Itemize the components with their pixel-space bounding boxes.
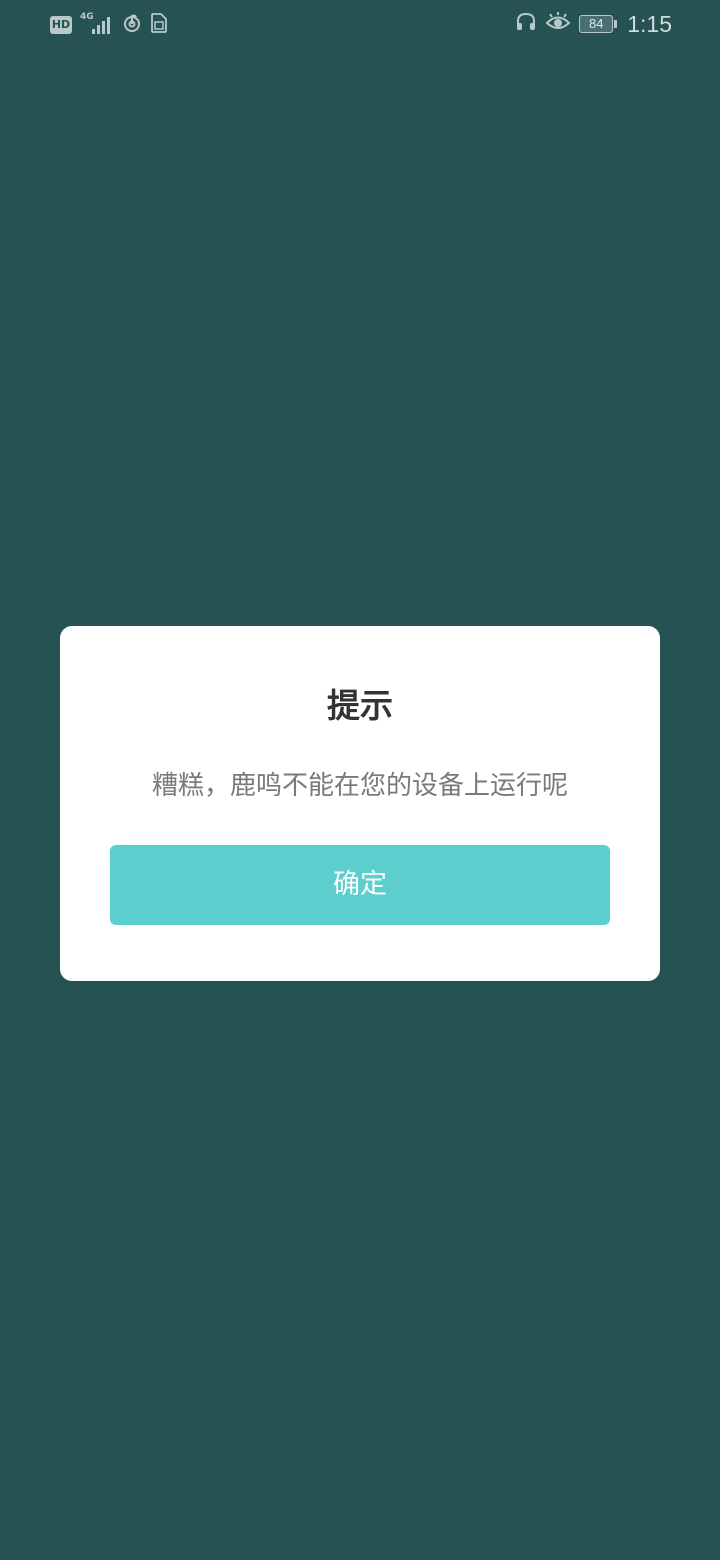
status-bar-time: 1:15	[627, 10, 672, 37]
netease-music-icon	[122, 13, 142, 37]
screen-background: HD 4G 84 1:15 提示 糟糕，鹿鸣不能在您的设备上运行呢 确定	[0, 0, 720, 1560]
dialog-message: 糟糕，鹿鸣不能在您的设备上运行呢	[151, 771, 568, 801]
sim-card-icon	[150, 13, 168, 37]
battery-level: 84	[579, 15, 614, 33]
alert-dialog: 提示 糟糕，鹿鸣不能在您的设备上运行呢 确定	[60, 626, 660, 981]
status-bar: HD 4G 84 1:15	[0, 0, 720, 48]
battery-icon: 84	[579, 15, 618, 33]
confirm-button[interactable]: 确定	[110, 845, 610, 925]
status-bar-left: HD 4G	[50, 12, 168, 38]
battery-tip	[614, 20, 618, 28]
eye-comfort-icon	[545, 11, 571, 37]
dialog-title: 提示	[327, 686, 393, 725]
signal-icon: 4G	[80, 12, 114, 36]
headset-icon	[515, 11, 537, 37]
hd-icon: HD	[50, 16, 72, 34]
signal-bars	[92, 17, 110, 34]
status-bar-right: 84 1:15	[515, 10, 672, 38]
